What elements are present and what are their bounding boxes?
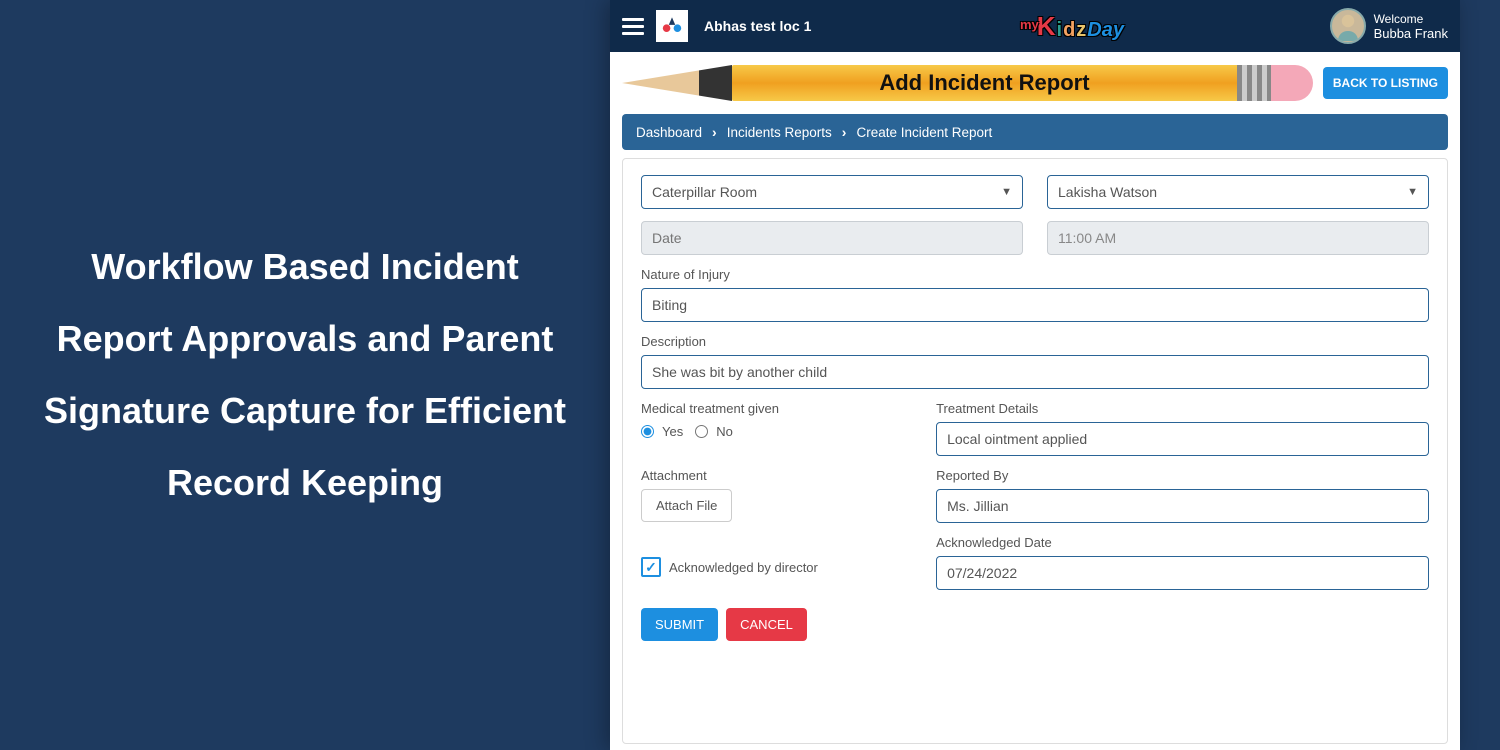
breadcrumb-item-create[interactable]: Create Incident Report <box>856 125 992 140</box>
marketing-panel: Workflow Based Incident Report Approvals… <box>0 0 610 750</box>
app-logo-small[interactable] <box>656 10 688 42</box>
nature-label: Nature of Injury <box>641 267 1429 282</box>
app-window: Abhas test loc 1 my KidzDay Welcome Bubb… <box>610 0 1460 750</box>
ack-date-label: Acknowledged Date <box>936 535 1429 550</box>
chevron-right-icon: › <box>712 124 717 140</box>
medical-yes-radio[interactable] <box>641 425 654 438</box>
brand-my: my <box>1020 17 1039 32</box>
acknowledged-checkbox[interactable]: ✓ <box>641 557 661 577</box>
marketing-headline: Workflow Based Incident Report Approvals… <box>30 231 580 519</box>
child-select-value: Lakisha Watson <box>1058 184 1157 200</box>
welcome-label: Welcome <box>1374 12 1448 26</box>
room-select[interactable]: Caterpillar Room ▼ <box>641 175 1023 209</box>
breadcrumb-item-dashboard[interactable]: Dashboard <box>636 125 702 140</box>
page-banner: Add Incident Report BACK TO LISTING <box>610 52 1460 108</box>
time-field[interactable] <box>1047 221 1429 255</box>
treatment-label: Treatment Details <box>936 401 1429 416</box>
hamburger-icon[interactable] <box>622 18 644 35</box>
user-block[interactable]: Welcome Bubba Frank <box>1330 8 1448 44</box>
breadcrumb: Dashboard › Incidents Reports › Create I… <box>622 114 1448 150</box>
description-label: Description <box>641 334 1429 349</box>
date-field[interactable] <box>641 221 1023 255</box>
chevron-down-icon: ▼ <box>1407 186 1418 198</box>
attachment-label: Attachment <box>641 468 912 483</box>
back-to-listing-button[interactable]: BACK TO LISTING <box>1323 67 1448 99</box>
page-title: Add Incident Report <box>732 70 1237 96</box>
chevron-down-icon: ▼ <box>1001 186 1012 198</box>
acknowledged-label: Acknowledged by director <box>669 560 818 575</box>
user-name: Bubba Frank <box>1374 26 1448 41</box>
medical-no-radio[interactable] <box>695 425 708 438</box>
avatar <box>1330 8 1366 44</box>
submit-button[interactable]: SUBMIT <box>641 608 718 641</box>
treatment-input[interactable] <box>936 422 1429 456</box>
room-select-value: Caterpillar Room <box>652 184 757 200</box>
breadcrumb-item-incidents[interactable]: Incidents Reports <box>727 125 832 140</box>
ack-date-input[interactable] <box>936 556 1429 590</box>
attach-file-button[interactable]: Attach File <box>641 489 732 522</box>
app-header: Abhas test loc 1 my KidzDay Welcome Bubb… <box>610 0 1460 52</box>
cancel-button[interactable]: CANCEL <box>726 608 807 641</box>
nature-input[interactable] <box>641 288 1429 322</box>
medical-label: Medical treatment given <box>641 401 912 416</box>
pencil-graphic: Add Incident Report <box>622 63 1313 103</box>
reported-input[interactable] <box>936 489 1429 523</box>
reported-label: Reported By <box>936 468 1429 483</box>
brand-logo: my KidzDay <box>823 11 1317 42</box>
location-name: Abhas test loc 1 <box>704 18 811 34</box>
medical-no-label: No <box>716 424 733 439</box>
child-select[interactable]: Lakisha Watson ▼ <box>1047 175 1429 209</box>
medical-yes-label: Yes <box>662 424 683 439</box>
chevron-right-icon: › <box>842 124 847 140</box>
description-input[interactable] <box>641 355 1429 389</box>
incident-form: Caterpillar Room ▼ Lakisha Watson ▼ Nat <box>622 158 1448 744</box>
